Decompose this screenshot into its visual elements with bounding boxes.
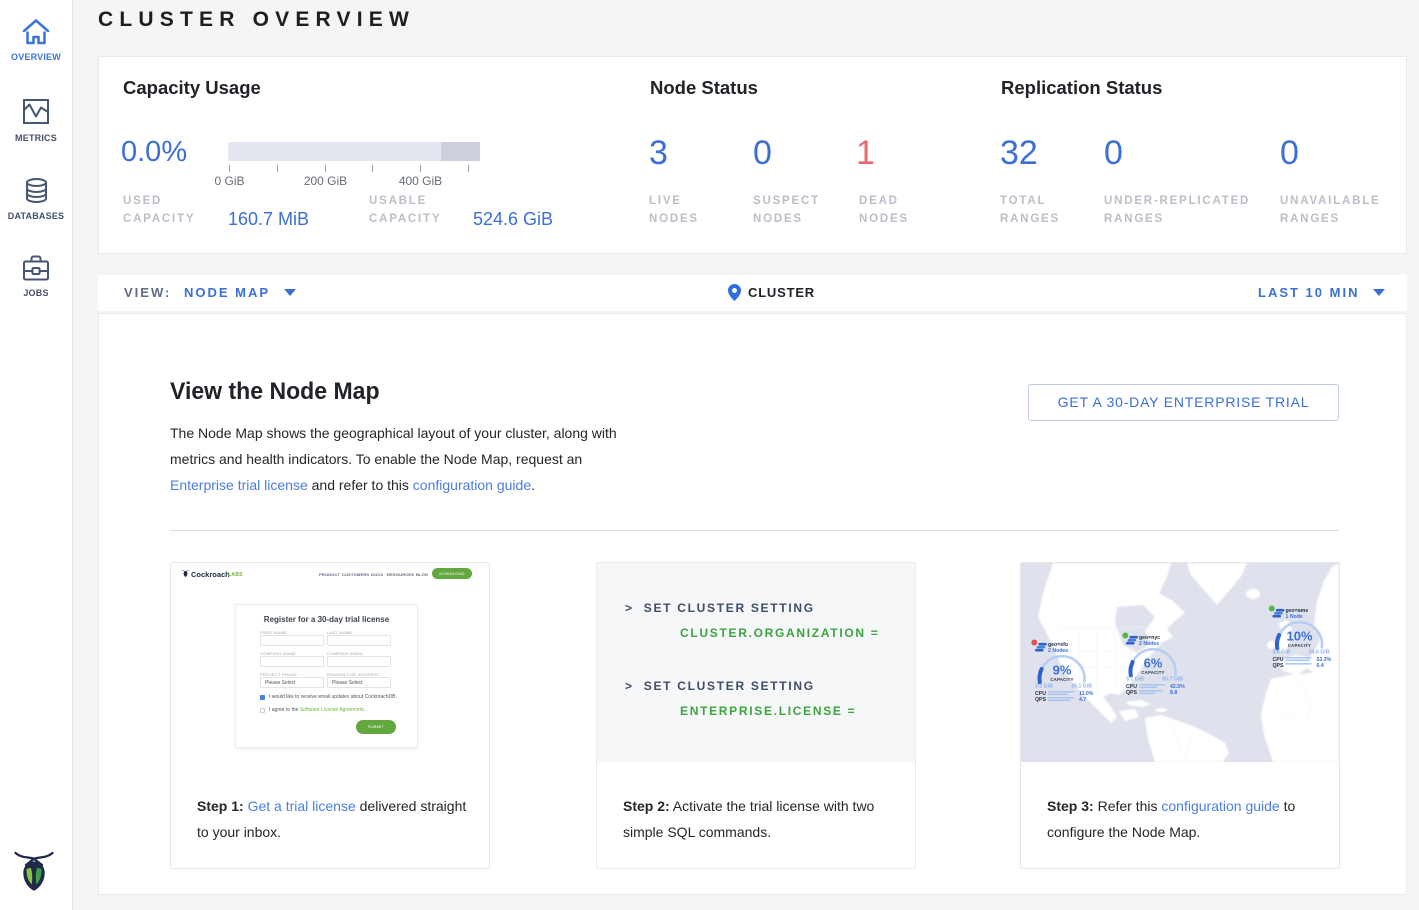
svg-text:CAPACITY: CAPACITY: [1050, 677, 1073, 682]
svg-text:CAPACITY: CAPACITY: [1288, 643, 1311, 648]
svg-text:1 Node: 1 Node: [1286, 614, 1303, 620]
svg-text:8.8: 8.8: [1170, 690, 1177, 696]
svg-text:10%: 10%: [1286, 629, 1312, 644]
svg-text:6.4: 6.4: [1317, 663, 1324, 669]
svg-text:9%: 9%: [1053, 663, 1072, 678]
svg-text:CAPACITY: CAPACITY: [1141, 670, 1164, 675]
svg-text:34.6 GiB: 34.6 GiB: [1309, 650, 1330, 656]
svg-text:65.7 GiB: 65.7 GiB: [1162, 677, 1183, 683]
svg-text:QPS: QPS: [1273, 663, 1284, 669]
svg-text:3.6 GiB: 3.6 GiB: [1273, 650, 1291, 656]
svg-text:QPS: QPS: [1126, 690, 1137, 696]
svg-text:2 Nodes: 2 Nodes: [1139, 641, 1159, 647]
svg-text:4.7: 4.7: [1079, 697, 1086, 703]
svg-text:2 Nodes: 2 Nodes: [1048, 648, 1068, 654]
svg-text:QPS: QPS: [1035, 697, 1046, 703]
svg-text:3.7 GiB: 3.7 GiB: [1126, 677, 1144, 683]
svg-text:3.2 GiB: 3.2 GiB: [1035, 684, 1053, 690]
svg-text:35.1 GiB: 35.1 GiB: [1071, 684, 1092, 690]
svg-text:6%: 6%: [1144, 656, 1163, 671]
